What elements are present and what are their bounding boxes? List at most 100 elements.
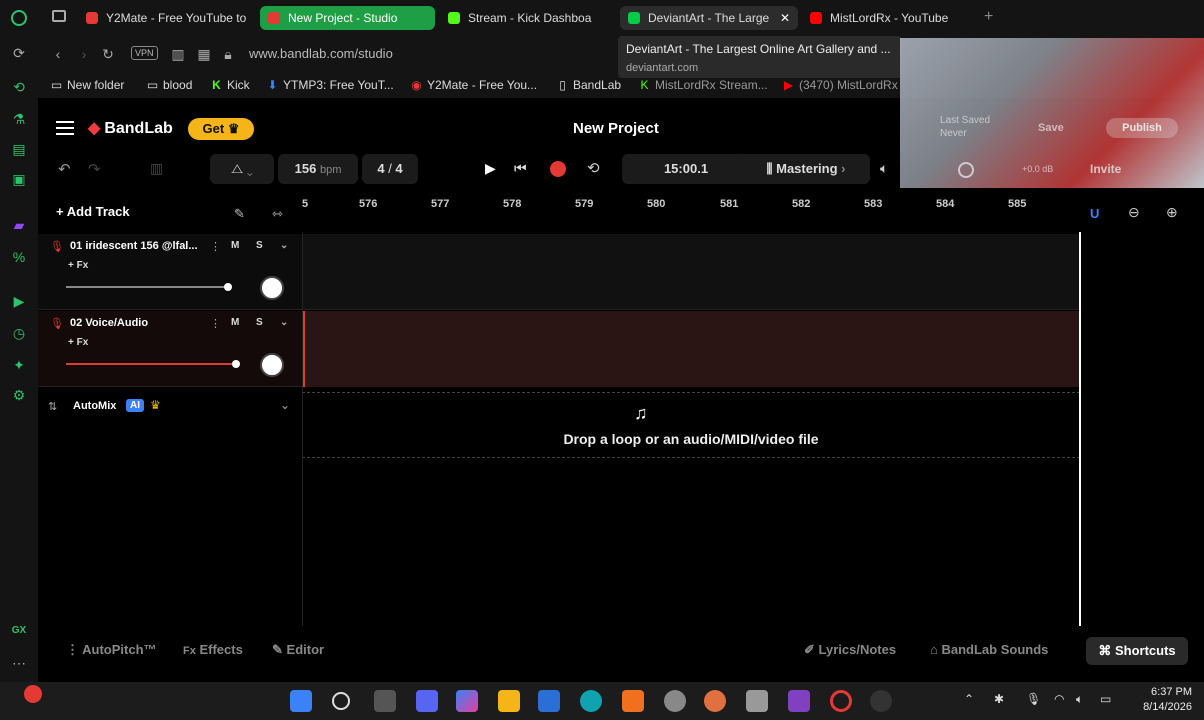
tab-kick[interactable]: Stream - Kick Dashboa [440, 6, 608, 30]
tab-bandlab[interactable]: New Project - Studio [260, 6, 435, 30]
bookmark-kick[interactable]: K Kick [210, 78, 250, 92]
start-icon[interactable] [290, 690, 312, 712]
resize-icon[interactable]: ⇿ [272, 206, 283, 222]
bandlab-sounds-button[interactable]: ⌂ BandLab Sounds [930, 642, 1048, 657]
tab-y2mate[interactable]: Y2Mate - Free YouTube to [78, 6, 248, 30]
tray-chevron-icon[interactable]: ⌃ [964, 692, 974, 706]
publish-button[interactable]: Publish [1106, 118, 1178, 138]
extensions-icon[interactable]: ✦ [10, 356, 28, 374]
pinboard-icon[interactable]: ⚗ [10, 110, 28, 128]
battery-icon[interactable]: ▭ [1100, 692, 1111, 706]
volume-handle[interactable] [224, 283, 232, 291]
mute-button[interactable]: M [231, 240, 239, 251]
lyrics-button[interactable]: ✐ Lyrics/Notes [804, 642, 896, 658]
workspaces-icon[interactable] [52, 10, 66, 22]
menu-icon[interactable] [56, 121, 74, 123]
effects-button[interactable]: Fx Effects [183, 642, 243, 657]
history-icon[interactable]: ◷ [10, 324, 28, 342]
media-player-icon[interactable] [870, 690, 892, 712]
autopitch-button[interactable]: ⋮ AutoPitch™ [66, 642, 157, 658]
piano-icon[interactable]: ▥ [150, 160, 163, 177]
bookmark-ytmp3[interactable]: ⬇ YTMP3: Free YouT... [266, 78, 393, 92]
redo-icon[interactable]: ↷ [88, 160, 101, 178]
magnet-icon[interactable]: U [1090, 206, 1099, 221]
tempo-field[interactable]: 156 bpm [278, 154, 358, 184]
vpn-badge[interactable]: VPN [131, 46, 158, 60]
file-explorer-icon[interactable] [498, 690, 520, 712]
new-tab-icon[interactable]: + [984, 8, 993, 26]
discord-icon[interactable] [416, 690, 438, 712]
shortcuts-button[interactable]: ⌘ Shortcuts [1086, 637, 1188, 665]
reload-icon[interactable]: ↻ [100, 46, 116, 63]
bookmark-mistlord-yt[interactable]: ▶ (3470) MistLordRx [782, 78, 898, 92]
project-title[interactable]: New Project [573, 120, 659, 137]
play-icon[interactable]: ▶ [485, 160, 496, 177]
timeline-ruler[interactable]: 5 576 577 578 579 580 581 582 583 584 58… [302, 196, 1080, 218]
pan-knob[interactable] [260, 276, 284, 300]
mic-icon[interactable]: 🎙︎ [50, 240, 64, 253]
edit-icon[interactable]: ✎ [234, 206, 245, 222]
track-lane-armed[interactable] [302, 311, 1080, 387]
skip-back-icon[interactable]: ⏮︎ [514, 160, 527, 177]
refresh-icon[interactable]: ⟳ [10, 44, 28, 62]
opera-logo-icon[interactable] [11, 10, 27, 26]
edge-icon[interactable] [580, 690, 602, 712]
mastering-button[interactable]: ⫼ Mastering › [742, 154, 870, 184]
metronome-button[interactable]: ⧍ ⌄ [210, 154, 274, 184]
loop-icon[interactable]: ⟲ [587, 159, 600, 177]
volume-handle[interactable] [232, 360, 240, 368]
copilot-icon[interactable] [456, 690, 478, 712]
bookmark-mistlord-stream[interactable]: K MistLordRx Stream... [638, 78, 767, 92]
mute-button[interactable]: M [231, 317, 239, 328]
track-row[interactable]: 🎙︎ 02 Voice/Audio ⋮ M S ⌄ + Fx [38, 311, 302, 387]
bookmark-bandlab[interactable]: ▯ BandLab [556, 78, 621, 92]
back-icon[interactable]: ‹ [50, 46, 66, 62]
clapper-icon[interactable] [788, 690, 810, 712]
bandlab-logo[interactable]: ◆ BandLab [88, 118, 173, 138]
chevron-down-icon[interactable]: ⌄ [280, 240, 288, 251]
forward-icon[interactable]: › [76, 46, 92, 62]
twitch-icon[interactable]: ▰ [10, 216, 28, 234]
search-icon[interactable] [332, 692, 350, 710]
chat-icon[interactable]: ▤ [10, 140, 28, 158]
volume-slider[interactable] [66, 283, 232, 291]
record-icon[interactable] [550, 161, 566, 177]
fl-studio-icon[interactable] [622, 690, 644, 712]
wifi-icon[interactable]: ◠ [1054, 692, 1064, 706]
playhead[interactable] [1079, 232, 1081, 626]
bookmark-y2mate[interactable]: ◉ Y2Mate - Free You... [410, 78, 537, 92]
add-fx-button[interactable]: + Fx [68, 260, 88, 271]
speaker-icon[interactable]: 🔈︎ [880, 160, 888, 177]
get-membership-button[interactable]: Get ♛ [188, 118, 254, 140]
time-signature-field[interactable]: 4 / 4 [362, 154, 418, 184]
player-icon[interactable]: ▶ [10, 292, 28, 310]
url-field[interactable]: www.bandlab.com/studio [249, 46, 393, 61]
mic-icon[interactable]: 🎙︎ [50, 317, 64, 330]
pan-knob[interactable] [260, 353, 284, 377]
more-icon[interactable]: ⋯ [10, 654, 28, 672]
add-fx-button[interactable]: + Fx [68, 337, 88, 348]
track-options-icon[interactable]: ⋮ [210, 317, 221, 330]
add-track-button[interactable]: + Add Track [56, 204, 148, 226]
aria-icon[interactable]: ⟲ [10, 78, 28, 96]
microphone-icon[interactable]: 🎙︎ [1026, 692, 1041, 706]
solo-button[interactable]: S [256, 240, 263, 251]
track-row[interactable]: 🎙︎ 01 iridescent 156 @lfal... ⋮ M S ⌄ + … [38, 234, 302, 310]
save-button[interactable]: Save [1038, 122, 1064, 134]
bookmark-blood[interactable]: ▭ blood [146, 78, 193, 92]
track-options-icon[interactable]: ⋮ [210, 240, 221, 253]
game-icon[interactable] [704, 690, 726, 712]
task-view-icon[interactable] [374, 690, 396, 712]
solo-button[interactable]: S [256, 317, 263, 328]
gx-icon[interactable]: GX [10, 622, 28, 640]
reader-icon[interactable]: ▥ [170, 46, 186, 63]
tab-youtube[interactable]: MistLordRx - YouTube [802, 6, 962, 30]
track-name[interactable]: 02 Voice/Audio [70, 317, 202, 329]
notification-icon[interactable] [24, 685, 42, 703]
editor-button[interactable]: ✎ Editor [272, 642, 324, 658]
messenger-icon[interactable]: ▣ [10, 170, 28, 188]
steam-icon[interactable] [664, 690, 686, 712]
taskbar-clock[interactable]: 6:37 PM 8/14/2026 [1143, 685, 1192, 715]
track-lane[interactable] [302, 234, 1080, 310]
percent-icon[interactable]: % [10, 248, 28, 266]
